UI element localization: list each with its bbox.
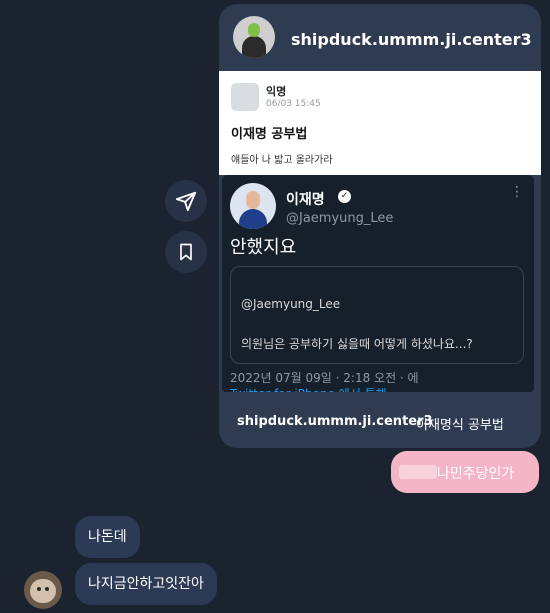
sent-message-bubble[interactable]: 나민주당인가 — [391, 451, 539, 493]
redacted-text — [399, 465, 437, 479]
send-icon — [175, 191, 197, 212]
save-button[interactable] — [165, 231, 207, 273]
verified-badge-icon: ✓ — [338, 190, 351, 203]
quoted-tweet-handle: @Jaemyung_Lee — [241, 297, 341, 311]
tweet-author-name: 이재명 — [286, 192, 325, 208]
quoted-tweet: @Jaemyung_Lee 의원님은 공부하기 싫을때 어떻게 하셨나요...? — [230, 266, 524, 364]
sharer-avatar[interactable] — [233, 16, 275, 58]
sent-message-text: 나민주당인가 — [437, 466, 515, 482]
more-options-icon: ⋮ — [510, 184, 524, 200]
tweet-timestamp: 2022년 07월 09일 · 2:18 오전 · 에 — [230, 371, 419, 385]
post-caption[interactable]: shipduck.ummm.ji.center3 이재명식 공부법 — [219, 392, 541, 448]
tweet-text: 안했지요 — [230, 237, 297, 258]
post-body: 얘들아 나 밟고 올라가라 — [231, 155, 333, 166]
post-title: 이재명 공부법 — [231, 127, 308, 142]
caption-text: 이재명식 공부법 — [416, 418, 504, 433]
card-header: shipduck.ummm.ji.center3 — [219, 4, 541, 70]
community-post: 익명 06/03 15:45 이재명 공부법 얘들아 나 밟고 올라가라 — [219, 71, 541, 175]
post-author-avatar — [231, 83, 259, 111]
tweet-author-handle: @Jaemyung_Lee — [286, 211, 394, 226]
caption-username[interactable]: shipduck.ummm.ji.center3 — [237, 414, 433, 429]
embedded-tweet: 이재명 ✓ @Jaemyung_Lee ⋮ 안했지요 @Jaemyung_Lee… — [222, 175, 534, 393]
received-message-bubble[interactable]: 나지금안하고잇잔아 — [75, 563, 217, 605]
tweet-author-avatar — [230, 183, 276, 229]
received-message-bubble[interactable]: 나돈데 — [75, 516, 140, 558]
share-button[interactable] — [165, 180, 207, 222]
post-author: 익명 — [266, 85, 287, 98]
sharer-username[interactable]: shipduck.ummm.ji.center3 — [291, 30, 532, 49]
sender-avatar[interactable] — [24, 571, 62, 609]
post-date: 06/03 15:45 — [266, 99, 321, 109]
bookmark-icon — [180, 243, 192, 261]
quoted-tweet-text: 의원님은 공부하기 싫을때 어떻게 하셨나요...? — [241, 337, 473, 351]
